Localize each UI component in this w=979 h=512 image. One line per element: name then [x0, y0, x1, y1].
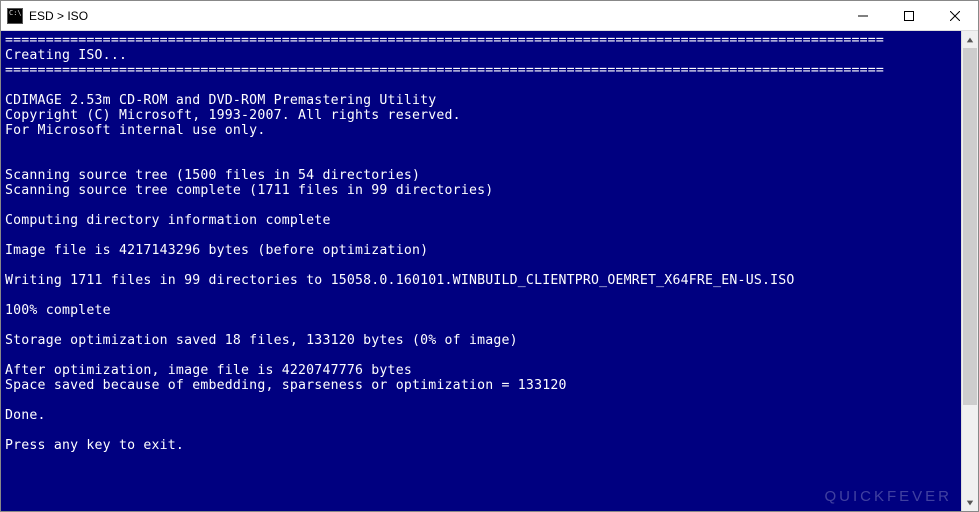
- chevron-up-icon: [966, 36, 974, 44]
- maximize-icon: [904, 11, 914, 21]
- line-util3: For Microsoft internal use only.: [5, 123, 265, 138]
- line-after1: After optimization, image file is 422074…: [5, 363, 412, 378]
- console-output[interactable]: ========================================…: [1, 31, 961, 511]
- line-done: Done.: [5, 408, 46, 423]
- line-imgsize: Image file is 4217143296 bytes (before o…: [5, 243, 428, 258]
- client-area: ========================================…: [1, 31, 978, 511]
- minimize-icon: [858, 11, 868, 21]
- close-button[interactable]: [932, 1, 978, 30]
- maximize-button[interactable]: [886, 1, 932, 30]
- watermark: QUICKFEVER: [824, 488, 952, 505]
- close-icon: [950, 11, 960, 21]
- app-window: ESD > ISO ==============================…: [0, 0, 979, 512]
- line-progress: 100% complete: [5, 303, 111, 318]
- sep2: ========================================…: [5, 63, 884, 78]
- heading: Creating ISO...: [5, 48, 127, 63]
- titlebar[interactable]: ESD > ISO: [1, 1, 978, 31]
- scrollbar-thumb[interactable]: [963, 48, 977, 405]
- titlebar-left: ESD > ISO: [1, 8, 88, 24]
- line-util2: Copyright (C) Microsoft, 1993-2007. All …: [5, 108, 461, 123]
- line-util1: CDIMAGE 2.53m CD-ROM and DVD-ROM Premast…: [5, 93, 436, 108]
- scrollbar-track[interactable]: [962, 48, 978, 494]
- line-scan1: Scanning source tree (1500 files in 54 d…: [5, 168, 420, 183]
- line-writing: Writing 1711 files in 99 directories to …: [5, 273, 795, 288]
- line-exit: Press any key to exit.: [5, 438, 184, 453]
- chevron-down-icon: [966, 499, 974, 507]
- line-scan2: Scanning source tree complete (1711 file…: [5, 183, 493, 198]
- scroll-up-button[interactable]: [962, 31, 978, 48]
- watermark-part2: FEVER: [887, 488, 952, 505]
- cmd-icon: [7, 8, 23, 24]
- window-title: ESD > ISO: [29, 9, 88, 23]
- vertical-scrollbar[interactable]: [961, 31, 978, 511]
- line-compute: Computing directory information complete: [5, 213, 331, 228]
- scroll-down-button[interactable]: [962, 494, 978, 511]
- sep1: ========================================…: [5, 33, 884, 48]
- minimize-button[interactable]: [840, 1, 886, 30]
- window-controls: [840, 1, 978, 30]
- line-storage: Storage optimization saved 18 files, 133…: [5, 333, 518, 348]
- watermark-part1: QUICK: [824, 488, 887, 505]
- line-after2: Space saved because of embedding, sparse…: [5, 378, 567, 393]
